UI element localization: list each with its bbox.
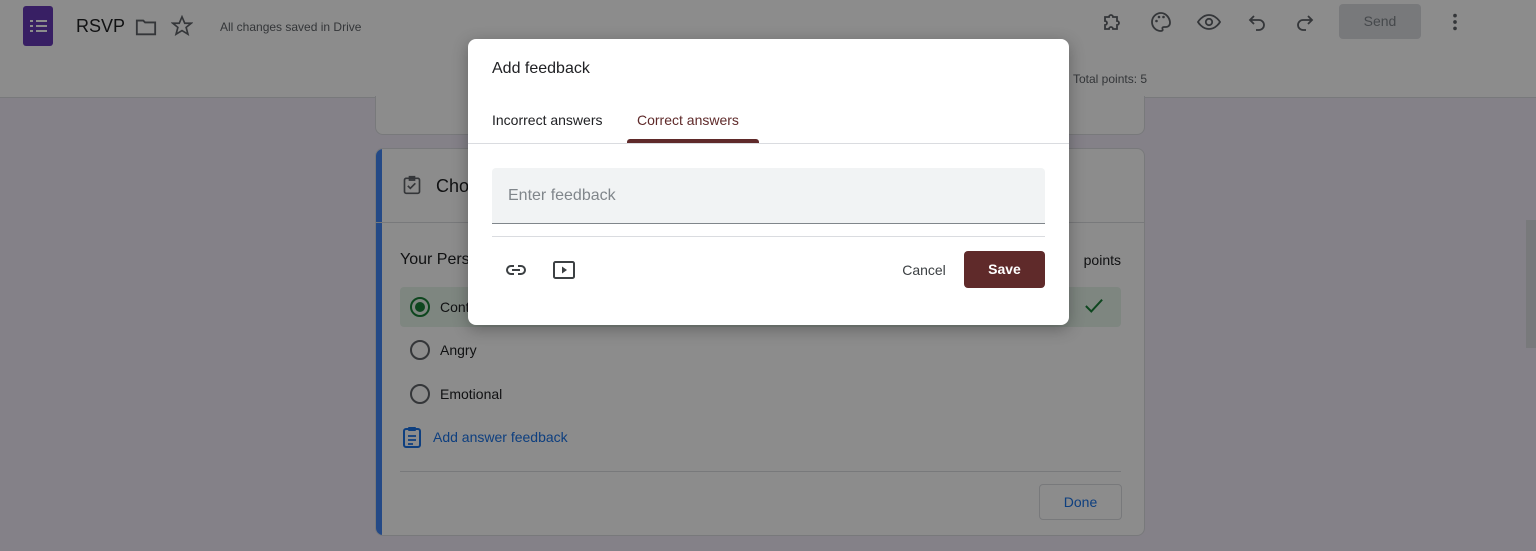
video-icon[interactable]: [552, 258, 576, 282]
save-button[interactable]: Save: [964, 251, 1045, 288]
add-feedback-dialog: Add feedback Incorrect answers Correct a…: [468, 39, 1069, 325]
tab-divider: [468, 143, 1069, 144]
dialog-title: Add feedback: [492, 60, 590, 77]
cancel-button[interactable]: Cancel: [892, 252, 956, 288]
link-icon[interactable]: [504, 258, 528, 282]
tab-incorrect-answers[interactable]: Incorrect answers: [492, 112, 602, 144]
input-divider: [492, 236, 1045, 237]
feedback-input[interactable]: [492, 168, 1045, 224]
